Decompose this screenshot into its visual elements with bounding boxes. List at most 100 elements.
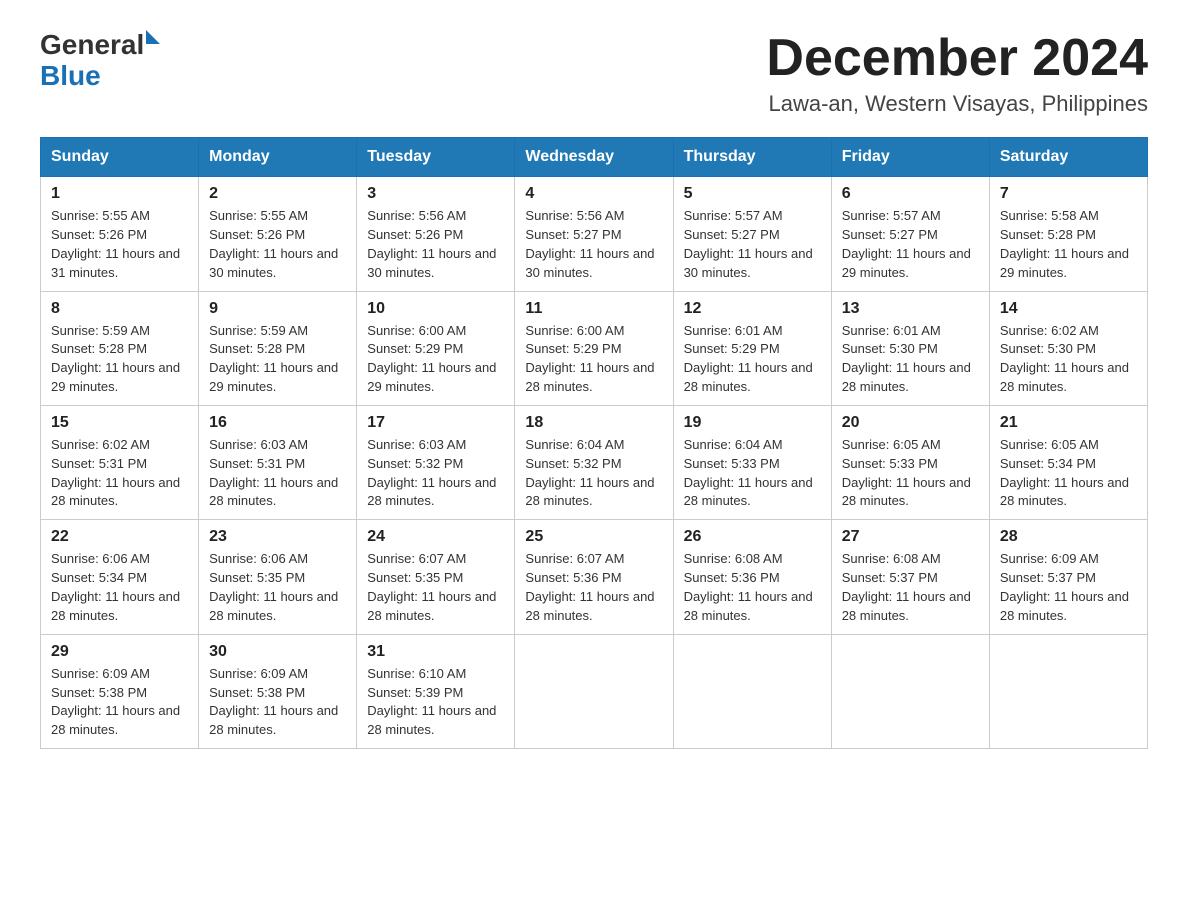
day-number: 8 xyxy=(51,300,188,318)
day-info: Sunrise: 6:06 AMSunset: 5:34 PMDaylight:… xyxy=(51,550,188,625)
day-info: Sunrise: 6:02 AMSunset: 5:31 PMDaylight:… xyxy=(51,436,188,511)
day-info: Sunrise: 6:09 AMSunset: 5:38 PMDaylight:… xyxy=(51,665,188,740)
calendar-cell: 12 Sunrise: 6:01 AMSunset: 5:29 PMDayligh… xyxy=(673,291,831,405)
day-info: Sunrise: 6:09 AMSunset: 5:37 PMDaylight:… xyxy=(1000,550,1137,625)
day-info: Sunrise: 6:10 AMSunset: 5:39 PMDaylight:… xyxy=(367,665,504,740)
calendar-cell: 7 Sunrise: 5:58 AMSunset: 5:28 PMDaylight… xyxy=(989,177,1147,291)
logo-triangle-icon xyxy=(146,30,160,44)
location-title: Lawa-an, Western Visayas, Philippines xyxy=(766,91,1148,117)
day-number: 7 xyxy=(1000,185,1137,203)
day-info: Sunrise: 5:57 AMSunset: 5:27 PMDaylight:… xyxy=(842,207,979,282)
day-info: Sunrise: 5:55 AMSunset: 5:26 PMDaylight:… xyxy=(51,207,188,282)
day-number: 11 xyxy=(525,300,662,318)
calendar-cell: 15Sunrise: 6:02 AMSunset: 5:31 PMDayligh… xyxy=(41,405,199,519)
day-number: 2 xyxy=(209,185,346,203)
calendar-cell xyxy=(831,634,989,748)
day-number: 14 xyxy=(1000,300,1137,318)
logo-general-text: General xyxy=(40,29,144,60)
calendar-cell xyxy=(673,634,831,748)
calendar-cell: 16 Sunrise: 6:03 AMSunset: 5:31 PMDayligh… xyxy=(199,405,357,519)
header-row: SundayMondayTuesdayWednesdayThursdayFrid… xyxy=(41,138,1148,177)
calendar-cell: 22 Sunrise: 6:06 AMSunset: 5:34 PMDayligh… xyxy=(41,520,199,634)
calendar-cell: 31 Sunrise: 6:10 AMSunset: 5:39 PMDayligh… xyxy=(357,634,515,748)
calendar-cell: 27Sunrise: 6:08 AMSunset: 5:37 PMDayligh… xyxy=(831,520,989,634)
day-info: Sunrise: 6:03 AMSunset: 5:31 PMDaylight:… xyxy=(209,436,346,511)
week-row-1: 1Sunrise: 5:55 AMSunset: 5:26 PMDaylight… xyxy=(41,177,1148,291)
day-number: 28 xyxy=(1000,528,1137,546)
day-info: Sunrise: 6:04 AMSunset: 5:32 PMDaylight:… xyxy=(525,436,662,511)
day-number: 16 xyxy=(209,414,346,432)
day-number: 24 xyxy=(367,528,504,546)
day-number: 29 xyxy=(51,643,188,661)
calendar-table: SundayMondayTuesdayWednesdayThursdayFrid… xyxy=(40,137,1148,749)
day-info: Sunrise: 6:04 AMSunset: 5:33 PMDaylight:… xyxy=(684,436,821,511)
day-info: Sunrise: 6:00 AMSunset: 5:29 PMDaylight:… xyxy=(525,322,662,397)
day-number: 5 xyxy=(684,185,821,203)
day-info: Sunrise: 6:02 AMSunset: 5:30 PMDaylight:… xyxy=(1000,322,1137,397)
day-number: 22 xyxy=(51,528,188,546)
day-number: 9 xyxy=(209,300,346,318)
column-header-friday: Friday xyxy=(831,138,989,177)
logo-blue-text: Blue xyxy=(40,60,101,91)
day-info: Sunrise: 6:07 AMSunset: 5:35 PMDaylight:… xyxy=(367,550,504,625)
logo: General Blue xyxy=(40,30,160,92)
day-info: Sunrise: 6:01 AMSunset: 5:30 PMDaylight:… xyxy=(842,322,979,397)
calendar-cell: 11 Sunrise: 6:00 AMSunset: 5:29 PMDayligh… xyxy=(515,291,673,405)
day-info: Sunrise: 6:07 AMSunset: 5:36 PMDaylight:… xyxy=(525,550,662,625)
day-number: 17 xyxy=(367,414,504,432)
day-info: Sunrise: 5:59 AMSunset: 5:28 PMDaylight:… xyxy=(209,322,346,397)
calendar-cell: 28 Sunrise: 6:09 AMSunset: 5:37 PMDayligh… xyxy=(989,520,1147,634)
day-number: 3 xyxy=(367,185,504,203)
column-header-sunday: Sunday xyxy=(41,138,199,177)
week-row-2: 8 Sunrise: 5:59 AMSunset: 5:28 PMDaylight… xyxy=(41,291,1148,405)
day-number: 20 xyxy=(842,414,979,432)
column-header-thursday: Thursday xyxy=(673,138,831,177)
day-number: 30 xyxy=(209,643,346,661)
calendar-cell: 26 Sunrise: 6:08 AMSunset: 5:36 PMDayligh… xyxy=(673,520,831,634)
calendar-cell: 8Sunrise: 5:59 AMSunset: 5:28 PMDaylight… xyxy=(41,291,199,405)
calendar-cell: 6Sunrise: 5:57 AMSunset: 5:27 PMDaylight… xyxy=(831,177,989,291)
day-info: Sunrise: 6:00 AMSunset: 5:29 PMDaylight:… xyxy=(367,322,504,397)
title-area: December 2024 Lawa-an, Western Visayas, … xyxy=(766,30,1148,117)
day-info: Sunrise: 6:08 AMSunset: 5:36 PMDaylight:… xyxy=(684,550,821,625)
month-title: December 2024 xyxy=(766,30,1148,87)
day-info: Sunrise: 5:58 AMSunset: 5:28 PMDaylight:… xyxy=(1000,207,1137,282)
calendar-cell: 23Sunrise: 6:06 AMSunset: 5:35 PMDayligh… xyxy=(199,520,357,634)
day-number: 31 xyxy=(367,643,504,661)
day-number: 12 xyxy=(684,300,821,318)
day-number: 4 xyxy=(525,185,662,203)
week-row-3: 15Sunrise: 6:02 AMSunset: 5:31 PMDayligh… xyxy=(41,405,1148,519)
day-info: Sunrise: 6:03 AMSunset: 5:32 PMDaylight:… xyxy=(367,436,504,511)
day-info: Sunrise: 5:57 AMSunset: 5:27 PMDaylight:… xyxy=(684,207,821,282)
calendar-cell: 19 Sunrise: 6:04 AMSunset: 5:33 PMDayligh… xyxy=(673,405,831,519)
column-header-saturday: Saturday xyxy=(989,138,1147,177)
day-info: Sunrise: 5:56 AMSunset: 5:26 PMDaylight:… xyxy=(367,207,504,282)
day-number: 26 xyxy=(684,528,821,546)
day-info: Sunrise: 5:56 AMSunset: 5:27 PMDaylight:… xyxy=(525,207,662,282)
calendar-cell: 4 Sunrise: 5:56 AMSunset: 5:27 PMDaylight… xyxy=(515,177,673,291)
calendar-cell: 9 Sunrise: 5:59 AMSunset: 5:28 PMDaylight… xyxy=(199,291,357,405)
day-number: 27 xyxy=(842,528,979,546)
column-header-monday: Monday xyxy=(199,138,357,177)
day-number: 19 xyxy=(684,414,821,432)
column-header-wednesday: Wednesday xyxy=(515,138,673,177)
day-info: Sunrise: 5:55 AMSunset: 5:26 PMDaylight:… xyxy=(209,207,346,282)
calendar-cell: 29 Sunrise: 6:09 AMSunset: 5:38 PMDayligh… xyxy=(41,634,199,748)
calendar-cell: 21Sunrise: 6:05 AMSunset: 5:34 PMDayligh… xyxy=(989,405,1147,519)
calendar-cell: 25 Sunrise: 6:07 AMSunset: 5:36 PMDayligh… xyxy=(515,520,673,634)
calendar-cell: 5 Sunrise: 5:57 AMSunset: 5:27 PMDaylight… xyxy=(673,177,831,291)
calendar-cell: 3 Sunrise: 5:56 AMSunset: 5:26 PMDaylight… xyxy=(357,177,515,291)
calendar-cell: 14 Sunrise: 6:02 AMSunset: 5:30 PMDayligh… xyxy=(989,291,1147,405)
day-info: Sunrise: 6:09 AMSunset: 5:38 PMDaylight:… xyxy=(209,665,346,740)
calendar-cell: 30 Sunrise: 6:09 AMSunset: 5:38 PMDayligh… xyxy=(199,634,357,748)
day-info: Sunrise: 6:05 AMSunset: 5:33 PMDaylight:… xyxy=(842,436,979,511)
calendar-cell: 2 Sunrise: 5:55 AMSunset: 5:26 PMDaylight… xyxy=(199,177,357,291)
calendar-cell: 10Sunrise: 6:00 AMSunset: 5:29 PMDayligh… xyxy=(357,291,515,405)
day-info: Sunrise: 6:05 AMSunset: 5:34 PMDaylight:… xyxy=(1000,436,1137,511)
day-number: 25 xyxy=(525,528,662,546)
day-info: Sunrise: 6:06 AMSunset: 5:35 PMDaylight:… xyxy=(209,550,346,625)
day-info: Sunrise: 6:01 AMSunset: 5:29 PMDaylight:… xyxy=(684,322,821,397)
calendar-cell: 20 Sunrise: 6:05 AMSunset: 5:33 PMDayligh… xyxy=(831,405,989,519)
day-number: 18 xyxy=(525,414,662,432)
column-header-tuesday: Tuesday xyxy=(357,138,515,177)
